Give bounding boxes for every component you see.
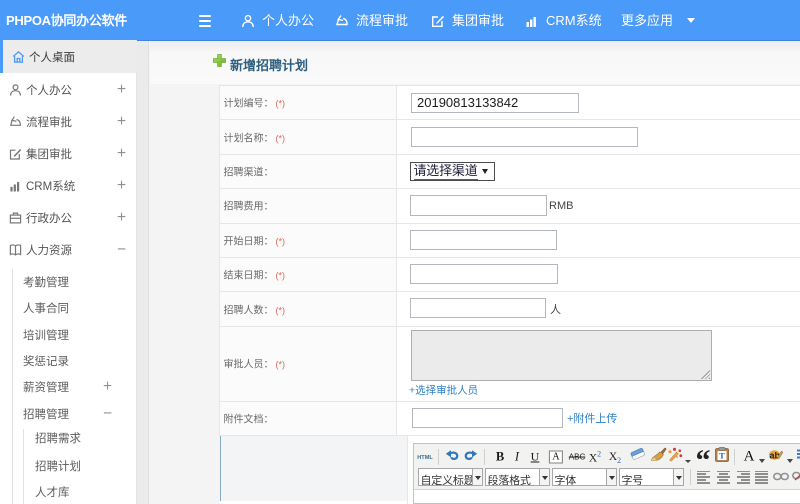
svg-text:T: T (719, 451, 725, 461)
